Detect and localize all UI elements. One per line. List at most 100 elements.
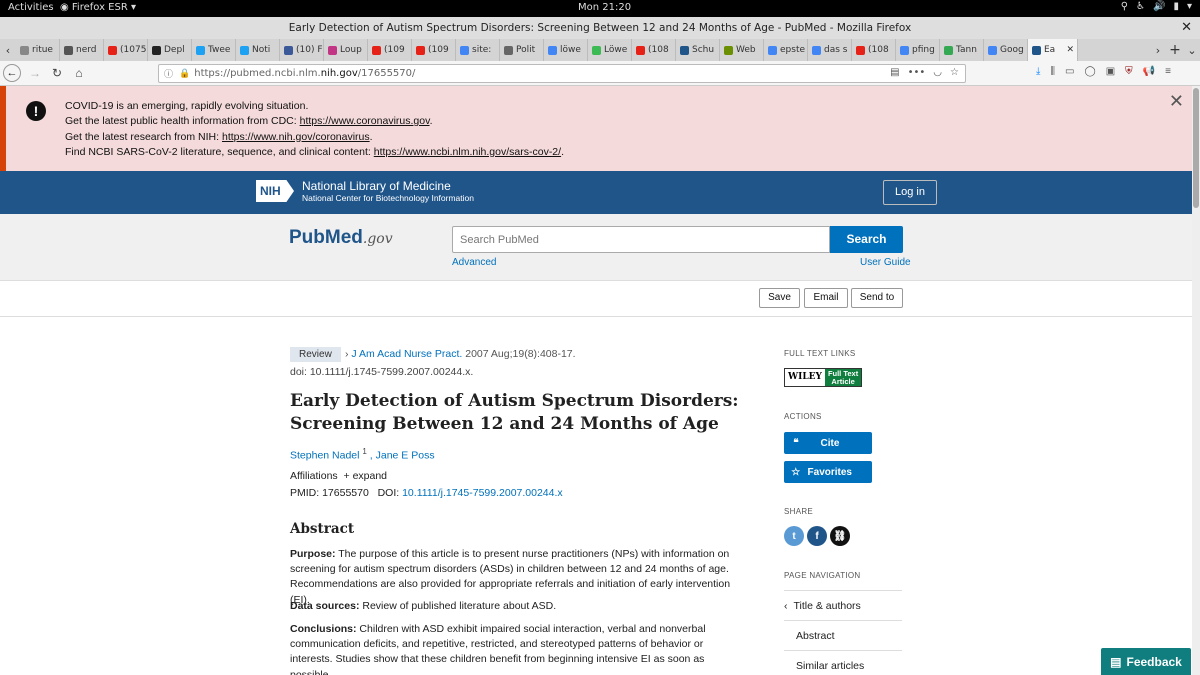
tab-label: Goog — [1000, 45, 1024, 55]
save-button[interactable]: Save — [759, 288, 800, 308]
tab[interactable]: Noti — [236, 39, 280, 61]
tab[interactable]: epste — [764, 39, 808, 61]
url-bar[interactable]: ⓘ 🔒 https://pubmed.ncbi.nlm.nih.gov/1765… — [158, 64, 966, 83]
tab[interactable]: nerd — [60, 39, 104, 61]
window-close-icon[interactable]: ✕ — [1181, 17, 1192, 39]
search-button[interactable]: Search — [830, 226, 903, 253]
tab[interactable]: Web — [720, 39, 764, 61]
activities-button[interactable]: Activities — [8, 2, 54, 13]
tab[interactable]: pfing — [896, 39, 940, 61]
search-input[interactable] — [452, 226, 830, 253]
login-button[interactable]: Log in — [883, 180, 937, 205]
nav-similar-articles[interactable]: Similar articles — [784, 650, 902, 675]
tab-favicon-icon — [548, 45, 557, 55]
sidebars-icon[interactable]: ▭ — [1065, 66, 1074, 77]
tab-favicon-icon — [372, 45, 381, 55]
reload-icon[interactable]: ↻ — [46, 66, 68, 80]
nih-badge: NIH — [256, 180, 294, 202]
tab[interactable]: das s — [808, 39, 852, 61]
cdc-link[interactable]: https://www.coronavirus.gov — [300, 115, 430, 127]
email-button[interactable]: Email — [804, 288, 848, 308]
tab[interactable]: Goog — [984, 39, 1028, 61]
tab-bar: ‹ ritue nerd (1075 Depl Twee Noti (10) F Loup (1… — [0, 39, 1200, 61]
ublock-icon[interactable]: ⛨ — [1125, 66, 1133, 77]
doi-link[interactable]: 10.1111/j.1745-7599.2007.00244.x — [402, 487, 563, 499]
author-link[interactable]: Jane E Poss — [376, 450, 435, 462]
twitter-icon[interactable]: t — [784, 526, 804, 546]
journal-citation: › J Am Acad Nurse Pract. 2007 Aug;19(8):… — [345, 348, 576, 360]
bookmark-star-icon[interactable]: ☆ — [950, 67, 959, 78]
tab[interactable]: site: — [456, 39, 500, 61]
tabs-scroll-left-icon[interactable]: ‹ — [0, 44, 16, 57]
account-icon[interactable]: ◯ — [1084, 66, 1095, 77]
new-tab-icon[interactable]: + — [1166, 42, 1184, 58]
nlm-name: National Library of Medicine — [302, 179, 451, 193]
tab[interactable]: (108 — [852, 39, 896, 61]
feedback-button[interactable]: ▤ Feedback — [1101, 648, 1191, 675]
tab-label: (108 — [868, 45, 889, 55]
tab-favicon-icon — [900, 45, 909, 55]
tab-favicon-icon — [416, 45, 425, 55]
page-actions-icon[interactable]: ••• — [908, 67, 926, 78]
author-link[interactable]: Stephen Nadel — [290, 450, 359, 462]
back-icon[interactable]: ← — [3, 64, 21, 82]
tab-list-icon[interactable]: ⌄ — [1184, 44, 1200, 57]
sars-cov-2-link[interactable]: https://www.ncbi.nlm.nih.gov/sars-cov-2/ — [374, 146, 561, 158]
url-text[interactable]: https://pubmed.ncbi.nlm.nih.gov/17655570… — [194, 68, 415, 79]
pocket-icon[interactable]: ◡ — [933, 67, 942, 78]
tab[interactable]: (10) F — [280, 39, 324, 61]
tab[interactable]: Schu — [676, 39, 720, 61]
tab[interactable]: ritue — [16, 39, 60, 61]
permalink-icon[interactable]: ⛓ — [830, 526, 850, 546]
info-icon[interactable]: ⓘ — [164, 67, 173, 80]
scrollbar-thumb[interactable] — [1193, 88, 1199, 208]
send-to-button[interactable]: Send to — [851, 288, 903, 308]
extension-megaphone-icon[interactable]: 📢 — [1143, 66, 1155, 77]
tab[interactable]: Depl — [148, 39, 192, 61]
system-tray[interactable]: ⚲ ♿ 🔊 ▮ ▾ — [1121, 1, 1192, 12]
tab[interactable]: löwe — [544, 39, 588, 61]
menu-icon[interactable]: ≡ — [1165, 66, 1171, 77]
clock[interactable]: Mon 21:20 — [578, 2, 631, 13]
tab-favicon-icon — [284, 45, 293, 55]
affiliations-row: Affiliations + expand — [290, 470, 387, 482]
tab[interactable]: (108 — [632, 39, 676, 61]
journal-link[interactable]: J Am Acad Nurse Pract. — [351, 348, 462, 360]
library-icon[interactable]: ⫼ — [1050, 66, 1055, 77]
pubmed-logo[interactable]: PubMed.gov — [289, 227, 393, 249]
home-icon[interactable]: ⌂ — [68, 66, 90, 80]
tab-active[interactable]: Ea ✕ — [1028, 39, 1078, 61]
tab[interactable]: Loup — [324, 39, 368, 61]
tab[interactable]: Polit — [500, 39, 544, 61]
wiley-full-text-link[interactable]: WILEY Full Text Article — [784, 368, 863, 387]
tab[interactable]: Tann — [940, 39, 984, 61]
tab[interactable]: (109 — [412, 39, 456, 61]
page-scrollbar[interactable] — [1192, 86, 1200, 675]
app-menu[interactable]: ◉ Firefox ESR ▾ — [60, 2, 136, 13]
tab-close-icon[interactable]: ✕ — [1066, 45, 1074, 55]
close-alert-icon[interactable]: ✕ — [1169, 91, 1184, 112]
tab[interactable]: (1075 — [104, 39, 148, 61]
user-guide-link[interactable]: User Guide — [860, 257, 911, 268]
affiliation-ref[interactable]: 1 — [362, 447, 366, 456]
cite-button[interactable]: ❝ Cite — [784, 432, 872, 454]
extension-icon[interactable]: ▣ — [1106, 66, 1115, 77]
facebook-icon[interactable]: f — [807, 526, 827, 546]
forward-icon[interactable]: → — [24, 66, 46, 80]
nlm-logo[interactable]: NIH National Library of Medicine Nationa… — [256, 179, 474, 203]
reader-view-icon[interactable]: ▤ — [890, 67, 899, 78]
tab-favicon-icon — [504, 45, 513, 55]
favorites-button[interactable]: ☆ Favorites — [784, 461, 872, 483]
tab[interactable]: Twee — [192, 39, 236, 61]
downloads-icon[interactable]: ⤓ — [1036, 66, 1040, 77]
tabs-scroll-right-icon[interactable]: › — [1150, 44, 1166, 57]
advanced-search-link[interactable]: Advanced — [452, 257, 496, 268]
nav-title-authors[interactable]: ‹ Title & authors — [784, 590, 902, 620]
abstract-heading: Abstract — [290, 521, 355, 537]
expand-affiliations-button[interactable]: + expand — [344, 470, 388, 482]
nih-coronavirus-link[interactable]: https://www.nih.gov/coronavirus — [222, 131, 370, 143]
lock-icon[interactable]: 🔒 — [179, 69, 190, 79]
nav-abstract[interactable]: Abstract — [784, 620, 902, 650]
tab[interactable]: Löwe — [588, 39, 632, 61]
tab[interactable]: (109 — [368, 39, 412, 61]
